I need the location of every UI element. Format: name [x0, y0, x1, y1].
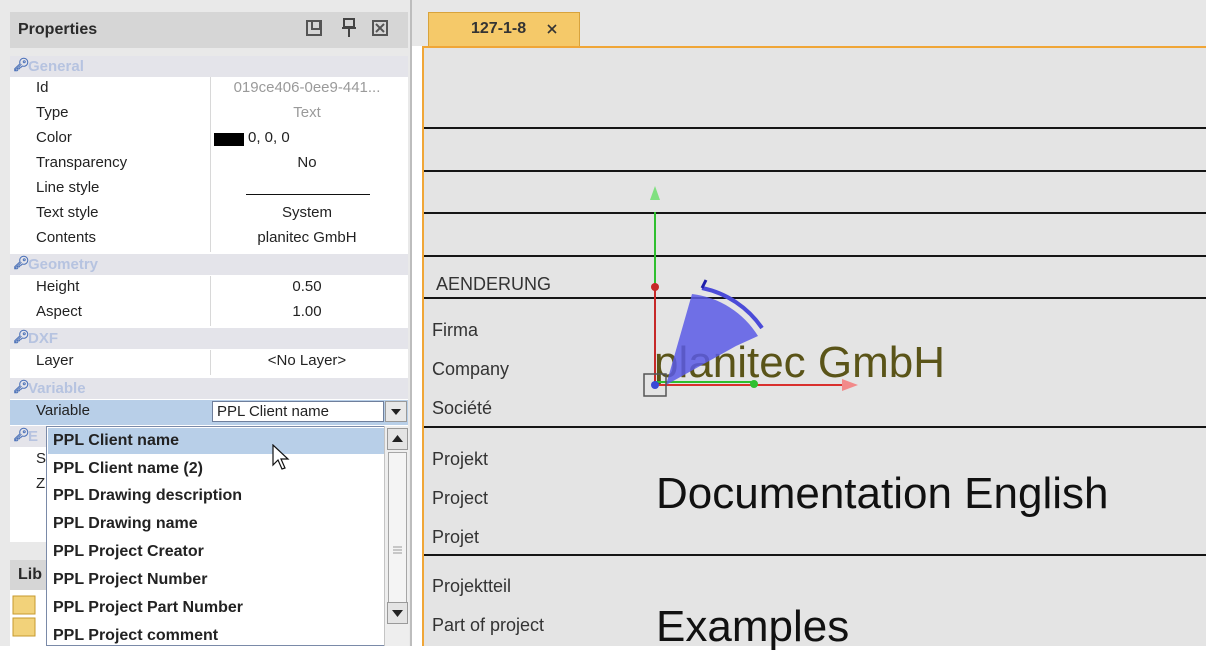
dropdown-option[interactable]: PPL Client name [48, 428, 389, 454]
category-label: DXF [28, 330, 58, 347]
category-geometry[interactable]: 🔑︎ Geometry [10, 254, 408, 275]
prop-value: <No Layer> [267, 352, 347, 369]
prop-row-text-style[interactable]: Text style System [10, 202, 408, 227]
title-block-line [424, 426, 1206, 428]
title-block-line [424, 170, 1206, 172]
scroll-up-button[interactable] [387, 428, 408, 450]
grip-icon [393, 546, 402, 554]
prop-name: Transparency [36, 154, 128, 171]
pin-icon[interactable] [340, 18, 358, 38]
dropdown-option[interactable]: PPL Project Creator [51, 539, 383, 565]
scroll-down-button[interactable] [387, 602, 408, 624]
color-swatch [214, 133, 244, 146]
prop-name: Type [36, 104, 69, 121]
dropdown-option[interactable]: PPL Project Part Number [51, 595, 383, 621]
category-variable[interactable]: 🔑︎ Variable [10, 378, 408, 399]
title-block-line [424, 554, 1206, 556]
prop-name: Color [36, 129, 72, 146]
label-company: Company [432, 359, 510, 379]
variable-combobox[interactable]: PPL Client name [212, 401, 384, 422]
prop-value: 019ce406-0ee9-441... [233, 79, 381, 96]
prop-name: Height [36, 278, 80, 295]
prop-value: System [281, 204, 332, 221]
project-title-text: Documentation English [656, 469, 1109, 518]
dropdown-option[interactable]: PPL Drawing name [51, 511, 383, 537]
prop-value: Text [293, 104, 321, 121]
prop-row-variable[interactable]: Variable PPL Client name [10, 400, 408, 425]
category-label: Geometry [28, 256, 99, 273]
chevron-up-icon [392, 435, 403, 442]
tab-label: 127-1-8 [471, 20, 527, 37]
prop-value: planitec GmbH [257, 229, 357, 246]
panel-title: Properties [18, 21, 98, 38]
prop-row-height[interactable]: Height 0.50 [10, 276, 408, 301]
category-label: Variable [28, 380, 86, 397]
folder-icon[interactable] [12, 594, 36, 638]
prop-value: 0.50 [292, 278, 322, 295]
prop-name: S [36, 450, 47, 467]
prop-row-layer[interactable]: Layer <No Layer> [10, 350, 408, 375]
prop-name: Layer [36, 352, 74, 369]
project-part-text: Examples [656, 602, 850, 651]
prop-name: Aspect [36, 303, 82, 320]
dropdown-option[interactable]: PPL Project comment [51, 623, 383, 645]
dropdown-option[interactable]: PPL Client name (2) [51, 456, 383, 482]
prop-name: Contents [36, 229, 97, 246]
combobox-arrow-button[interactable] [385, 401, 407, 422]
prop-name: Text style [36, 204, 99, 221]
combobox-value: PPL Client name [217, 403, 330, 420]
chevron-down-icon [391, 409, 401, 415]
label-project: Project [432, 488, 489, 508]
prop-value: 0, 0, 0 [248, 129, 290, 146]
library-title: Lib [18, 566, 42, 583]
category-general[interactable]: 🔑︎ General [10, 56, 408, 77]
transform-gizmo-icon[interactable] [636, 176, 866, 406]
variable-dropdown-list[interactable]: PPL Client name PPL Client name (2) PPL … [46, 426, 408, 646]
dropdown-option[interactable]: PPL Drawing description [51, 483, 383, 509]
prop-name: Line style [36, 179, 100, 196]
prop-name: Id [36, 79, 49, 96]
restore-window-icon[interactable] [306, 20, 322, 36]
label-projekt: Projekt [432, 449, 489, 469]
prop-row-color[interactable]: Color 0, 0, 0 [10, 127, 408, 152]
label-societe: Société [432, 398, 493, 418]
prop-row-line-style[interactable]: Line style [10, 177, 408, 202]
tab-drawing[interactable]: 127-1-8 [428, 12, 580, 46]
category-dxf[interactable]: 🔑︎ DXF [10, 328, 408, 349]
prop-name: Z [36, 475, 46, 492]
label-projet: Projet [432, 527, 480, 547]
dropdown-scrollbar[interactable] [384, 426, 409, 646]
prop-value: 1.00 [292, 303, 322, 320]
label-firma: Firma [432, 320, 478, 340]
mouse-cursor-icon [272, 443, 290, 470]
prop-row-aspect[interactable]: Aspect 1.00 [10, 301, 408, 326]
close-panel-icon[interactable] [372, 20, 388, 36]
prop-row-transparency[interactable]: Transparency No [10, 152, 408, 177]
category-label: E [28, 428, 39, 445]
prop-name: Variable [36, 402, 90, 419]
prop-row-id[interactable]: Id 019ce406-0ee9-441... [10, 77, 408, 102]
prop-value: No [297, 154, 317, 171]
line-style-preview [246, 194, 370, 195]
panel-header: Properties [10, 12, 408, 48]
prop-row-type[interactable]: Type Text [10, 102, 408, 127]
close-tab-icon[interactable] [545, 22, 559, 36]
scroll-thumb[interactable] [388, 452, 407, 604]
label-projektteil: Projektteil [432, 576, 512, 596]
dropdown-option[interactable]: PPL Project Number [51, 567, 383, 593]
label-aenderung: AENDERUNG [436, 274, 552, 294]
prop-row-contents[interactable]: Contents planitec GmbH [10, 227, 408, 252]
chevron-down-icon [392, 610, 403, 617]
label-part-of-project: Part of project [432, 615, 545, 635]
category-label: General [28, 58, 84, 75]
title-block-line [424, 127, 1206, 129]
